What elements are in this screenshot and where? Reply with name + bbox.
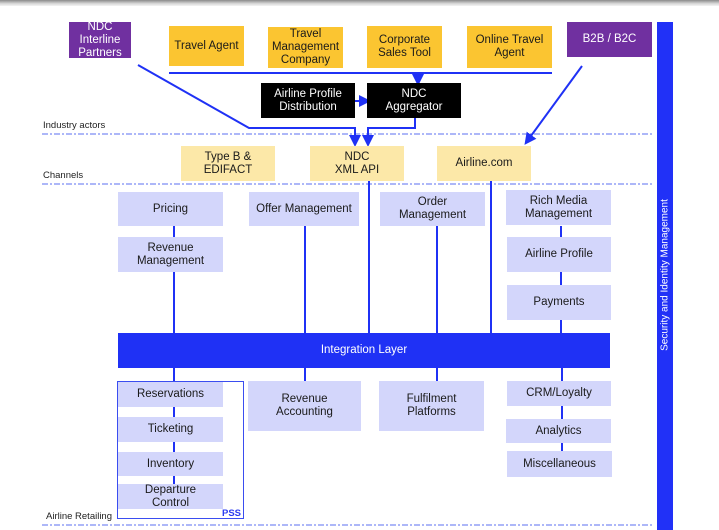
- travel-agent-box: Travel Agent: [169, 26, 244, 66]
- b2b-to-airline-com: [524, 65, 583, 145]
- miscellaneous-box: Miscellaneous: [507, 451, 612, 477]
- airline-profile-box: Airline Profile: [507, 237, 611, 272]
- corporate-sales-tool-box: Corporate Sales Tool: [367, 26, 442, 68]
- security-identity-management-label: Security and Identity Management: [659, 199, 671, 351]
- ticketing-box: Ticketing: [118, 417, 223, 442]
- b2b-b2c-box: B2B / B2C: [567, 22, 652, 57]
- airline-profile-distribution-box: Airline Profile Distribution: [261, 83, 355, 118]
- window-top-edge: [0, 0, 719, 6]
- fulfilment-platforms-box: Fulfilment Platforms: [379, 381, 484, 431]
- rich-media-management-box: Rich Media Management: [506, 190, 611, 225]
- online-travel-agent-box: Online Travel Agent: [467, 26, 552, 68]
- order-management-box: Order Management: [380, 192, 485, 226]
- ndc-interline-partners-box: NDC Interline Partners: [69, 21, 131, 59]
- industry-actors-label: Industry actors: [43, 120, 106, 131]
- aggregator-to-ndc-api: [362, 118, 416, 147]
- type-b-edifact-box: Type B & EDIFACT: [181, 146, 275, 181]
- ndc-xml-api-box: NDC XML API: [310, 146, 404, 181]
- channels-label: Channels: [43, 170, 84, 181]
- integration-layer-bar: Integration Layer: [118, 333, 610, 368]
- reservations-box: Reservations: [118, 382, 223, 407]
- pricing-box: Pricing: [118, 192, 223, 226]
- inventory-box: Inventory: [118, 452, 223, 476]
- crm-loyalty-box: CRM/Loyalty: [507, 381, 611, 406]
- airline-retailing-label: Airline Retailing: [46, 511, 113, 522]
- airline-com-box: Airline.com: [437, 146, 531, 181]
- departure-control-box: Departure Control: [118, 484, 223, 509]
- revenue-accounting-box: Revenue Accounting: [248, 381, 361, 431]
- revenue-management-box: Revenue Management: [118, 237, 223, 272]
- analytics-box: Analytics: [506, 419, 611, 443]
- pss-label: PSS: [222, 508, 242, 519]
- ndc-aggregator-box: NDC Aggregator: [367, 83, 461, 118]
- travel-management-company-box: Travel Management Company: [268, 27, 343, 68]
- offer-management-box: Offer Management: [249, 192, 359, 226]
- payments-box: Payments: [507, 285, 611, 320]
